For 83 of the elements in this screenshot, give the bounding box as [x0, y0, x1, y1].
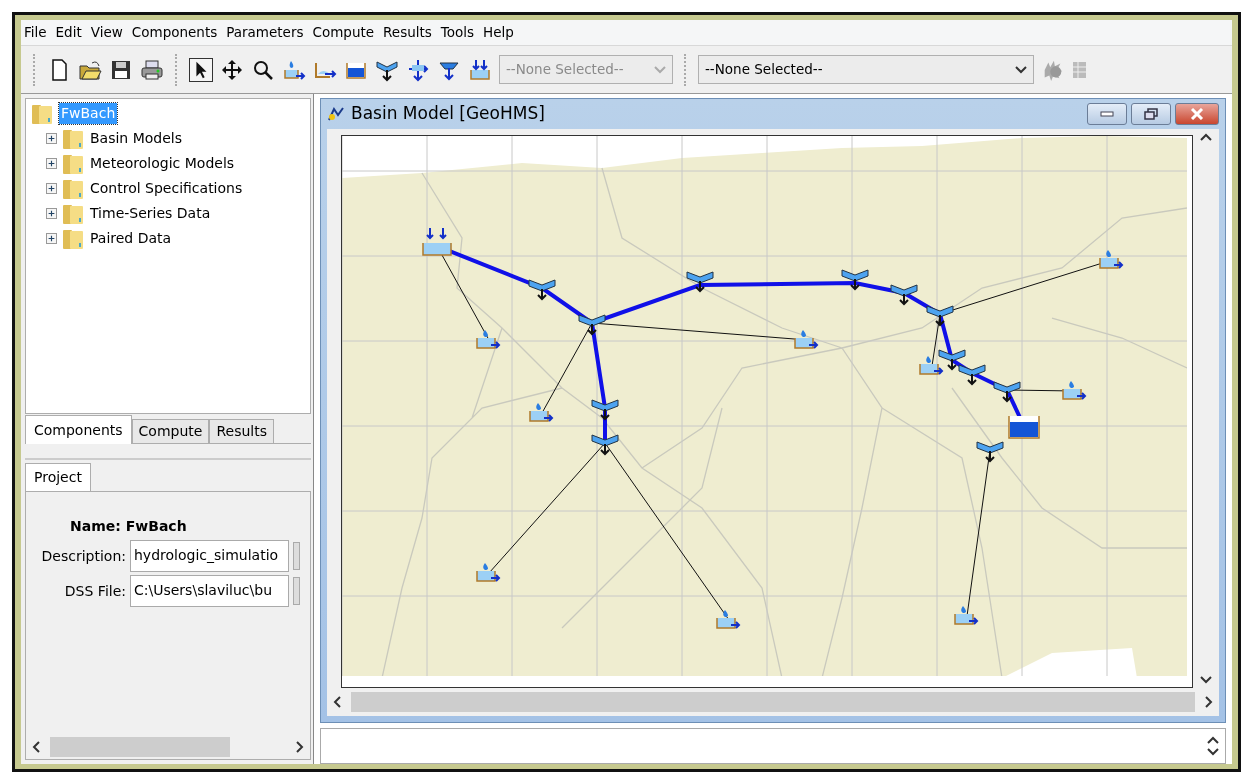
minimize-icon: [1100, 111, 1114, 117]
printer-icon[interactable]: [140, 57, 164, 82]
menu-item[interactable]: Components: [131, 22, 227, 43]
close-button[interactable]: [1175, 103, 1219, 125]
restore-icon: [1144, 108, 1158, 120]
close-icon: [1190, 108, 1204, 120]
reservoir-icon[interactable]: [1008, 415, 1040, 439]
subbasin-icon[interactable]: [716, 610, 741, 629]
source-icon[interactable]: [422, 227, 452, 256]
reach-icon[interactable]: [958, 364, 986, 386]
menu-item[interactable]: Help: [483, 22, 523, 43]
subbasin-icon[interactable]: [919, 356, 944, 375]
menu-item[interactable]: Results: [383, 22, 441, 43]
reach-icon[interactable]: [938, 349, 966, 371]
reach-icon[interactable]: [686, 271, 714, 293]
folder-icon: [61, 227, 85, 250]
name-label: Name: FwBach: [70, 517, 187, 536]
expand-icon[interactable]: [46, 183, 57, 194]
scrollbar-thumb[interactable]: [351, 692, 1195, 712]
move-icon[interactable]: [220, 57, 244, 82]
window-title: Basin Model [GeoHMS]: [351, 102, 545, 126]
subbasin-icon[interactable]: [794, 330, 819, 349]
subbasin-icon[interactable]: [1062, 381, 1087, 400]
subbasin-icon[interactable]: [476, 563, 501, 582]
scroll-right-icon[interactable]: [296, 741, 304, 753]
scrollbar-thumb[interactable]: [50, 737, 230, 757]
tree-item[interactable]: Time-Series Data: [90, 203, 211, 224]
junction-icon[interactable]: [926, 305, 954, 327]
tab[interactable]: Components: [25, 415, 132, 444]
field-label: DSS File:: [63, 581, 126, 601]
tree-item[interactable]: Control Specifications: [90, 178, 243, 199]
reach-icon[interactable]: [591, 399, 619, 421]
folder-icon: [61, 177, 85, 200]
tree-item[interactable]: Basin Models: [90, 128, 183, 149]
expand-icon[interactable]: [46, 133, 57, 144]
junction-icon[interactable]: [591, 434, 619, 456]
expand-icon[interactable]: [46, 233, 57, 244]
subbasin-icon[interactable]: [1099, 250, 1124, 269]
field-label: Description:: [40, 546, 126, 566]
expand-icon[interactable]: [46, 158, 57, 169]
scroll-up-icon[interactable]: [1207, 736, 1219, 744]
caret-icon: [654, 65, 666, 74]
menu-item[interactable]: Compute: [312, 22, 384, 43]
menu-item[interactable]: Edit: [55, 22, 91, 43]
minimize-button[interactable]: [1087, 103, 1127, 125]
expand-icon[interactable]: [46, 208, 57, 219]
menu-item[interactable]: File: [24, 22, 56, 43]
input-field[interactable]: C:\Users\slaviluc\bu: [130, 575, 289, 607]
junction-icon[interactable]: [578, 314, 606, 336]
menu-item[interactable]: Tools: [440, 22, 484, 43]
reach-icon[interactable]: [993, 381, 1021, 403]
input-field[interactable]: hydrologic_simulatio: [130, 540, 289, 572]
folder-icon: [61, 152, 85, 175]
run-dropdown[interactable]: --None Selected--: [698, 55, 1034, 84]
menu-item[interactable]: Parameters: [226, 22, 313, 43]
basin-icon: [327, 106, 345, 122]
reach-icon[interactable]: [841, 269, 869, 291]
tab[interactable]: Results: [209, 419, 274, 443]
subbasin-icon[interactable]: [954, 606, 979, 625]
scroll-left-icon[interactable]: [32, 741, 40, 753]
scroll-right-icon[interactable]: [1205, 696, 1213, 708]
reach-icon[interactable]: [890, 284, 918, 306]
reach-icon[interactable]: [528, 279, 556, 301]
pointer-icon[interactable]: [189, 57, 213, 82]
restore-button[interactable]: [1131, 103, 1171, 125]
scroll-down-icon[interactable]: [1200, 676, 1212, 684]
sink-tool-icon[interactable]: [468, 57, 492, 82]
scroll-down-icon[interactable]: [1207, 748, 1219, 756]
folder-icon: [61, 127, 85, 150]
tab[interactable]: Project: [25, 463, 91, 491]
tab[interactable]: Compute: [131, 419, 210, 443]
tree-item[interactable]: Meteorologic Models: [90, 153, 235, 174]
scroll-left-icon[interactable]: [333, 696, 341, 708]
reach-icon[interactable]: [976, 441, 1004, 463]
diversion-tool-icon[interactable]: [406, 57, 430, 82]
folder-icon: [30, 102, 54, 125]
folder-icon: [61, 202, 85, 225]
subbasin-icon[interactable]: [529, 403, 554, 422]
tree-item[interactable]: Paired Data: [90, 228, 172, 249]
menu-item[interactable]: View: [90, 22, 132, 43]
subbasin-icon[interactable]: [476, 330, 501, 349]
scroll-up-icon[interactable]: [1200, 133, 1212, 141]
caret-icon: [1015, 65, 1027, 74]
